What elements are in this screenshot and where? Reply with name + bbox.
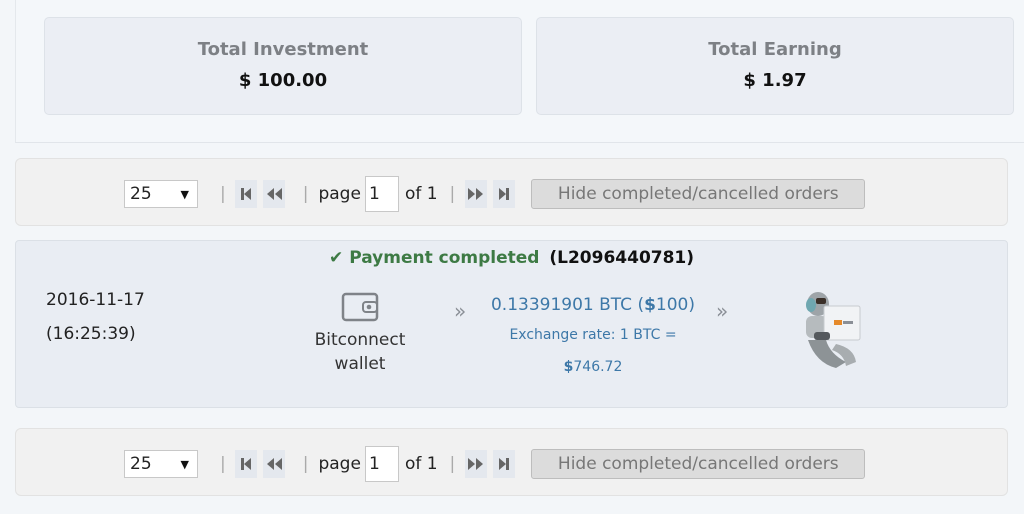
total-investment-value: $ 100.00 bbox=[238, 70, 328, 91]
separator: | bbox=[220, 454, 226, 474]
separator: | bbox=[220, 184, 226, 204]
total-earning-card: Total Earning $ 1.97 bbox=[536, 17, 1014, 115]
hide-completed-button[interactable]: Hide completed/cancelled orders bbox=[531, 449, 866, 479]
robot-laptop-icon[interactable] bbox=[796, 288, 866, 378]
dropdown-arrow-icon: ▼ bbox=[180, 187, 189, 201]
last-page-button[interactable] bbox=[493, 450, 516, 478]
separator: | bbox=[449, 184, 456, 204]
prev-page-icon bbox=[266, 458, 282, 470]
page-total: of 1 bbox=[404, 454, 438, 474]
first-page-icon bbox=[240, 188, 251, 200]
next-page-button[interactable] bbox=[465, 180, 488, 208]
order-status: ✔ Payment completed (L2096440781) bbox=[16, 248, 1007, 268]
chevron-right-icon: » bbox=[716, 299, 729, 323]
order-amount: 0.13391901 BTC ($100) Exchange rate: 1 B… bbox=[478, 295, 708, 375]
total-earning-value: $ 1.97 bbox=[743, 70, 807, 91]
page-label: page bbox=[318, 454, 361, 474]
prev-page-button[interactable] bbox=[262, 450, 285, 478]
last-page-icon bbox=[499, 458, 510, 470]
usd-amount: 100) bbox=[655, 295, 696, 315]
order-time: (16:25:39) bbox=[46, 324, 136, 344]
separator: | bbox=[302, 454, 309, 474]
page-number-input[interactable]: 1 bbox=[364, 446, 399, 482]
next-page-icon bbox=[468, 188, 484, 200]
page-size-select[interactable]: 25 ▼ bbox=[124, 450, 198, 478]
wallet-label-line2: wallet bbox=[334, 354, 386, 374]
order-row: ✔ Payment completed (L2096440781) 2016-11… bbox=[15, 240, 1008, 408]
first-page-button[interactable] bbox=[234, 450, 257, 478]
last-page-button[interactable] bbox=[493, 180, 516, 208]
total-investment-card: Total Investment $ 100.00 bbox=[44, 17, 522, 115]
separator: | bbox=[302, 184, 309, 204]
page-total: of 1 bbox=[404, 184, 438, 204]
wallet-icon bbox=[341, 292, 379, 322]
page-size-select[interactable]: 25 ▼ bbox=[124, 180, 198, 208]
pager-top: 25 ▼ | | page 1 of 1 | Hide completed/ca… bbox=[15, 158, 1008, 226]
order-datetime: 2016-11-17 (16:25:39) bbox=[46, 283, 145, 351]
page-label: page bbox=[318, 184, 361, 204]
pager-bottom: 25 ▼ | | page 1 of 1 | Hide completed/ca… bbox=[15, 428, 1008, 496]
first-page-button[interactable] bbox=[234, 180, 257, 208]
last-page-icon bbox=[499, 188, 510, 200]
dropdown-arrow-icon: ▼ bbox=[180, 457, 189, 471]
wallet-label-line1: Bitconnect bbox=[314, 330, 406, 350]
page-number-input[interactable]: 1 bbox=[364, 176, 399, 212]
total-investment-label: Total Investment bbox=[197, 39, 369, 60]
prev-page-icon bbox=[266, 188, 282, 200]
payment-source: Bitconnect wallet bbox=[298, 291, 422, 375]
prev-page-button[interactable] bbox=[262, 180, 285, 208]
page-size-value: 25 bbox=[130, 184, 152, 204]
separator: | bbox=[449, 454, 456, 474]
first-page-icon bbox=[240, 458, 251, 470]
order-date: 2016-11-17 bbox=[46, 290, 145, 310]
exchange-rate-value: 746.72 bbox=[573, 359, 623, 375]
usd-symbol: $ bbox=[644, 295, 656, 315]
total-earning-label: Total Earning bbox=[708, 39, 842, 60]
page-size-value: 25 bbox=[130, 454, 152, 474]
check-icon: ✔ bbox=[328, 248, 344, 268]
btc-amount: 0.13391901 BTC ( bbox=[490, 295, 645, 315]
exchange-rate-label: Exchange rate: 1 BTC = bbox=[509, 327, 677, 343]
next-page-icon bbox=[468, 458, 484, 470]
status-text: Payment completed bbox=[349, 248, 540, 268]
order-id: (L2096440781) bbox=[549, 248, 695, 268]
rate-symbol: $ bbox=[563, 359, 574, 375]
next-page-button[interactable] bbox=[465, 450, 488, 478]
chevron-right-icon: » bbox=[454, 299, 467, 323]
hide-completed-button[interactable]: Hide completed/cancelled orders bbox=[531, 179, 866, 209]
